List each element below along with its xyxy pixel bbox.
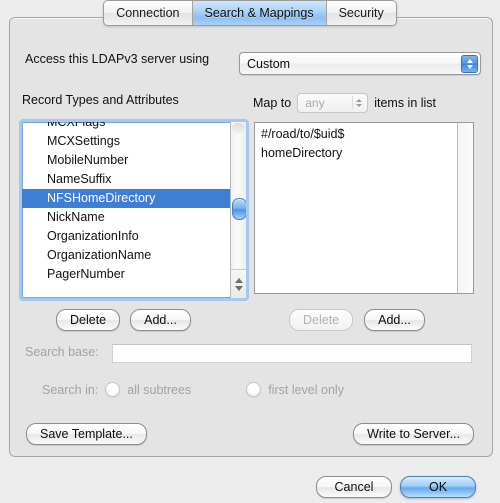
ok-button[interactable]: OK [400,476,476,498]
map-values-list-clip: #/road/to/$uid$ homeDirectory [255,123,473,293]
cancel-button[interactable]: Cancel [316,476,392,498]
search-base-label: Search base: [25,345,99,359]
tab-search-and-mappings-label: Search & Mappings [204,6,314,20]
radio-first-level-only-label: first level only [268,382,344,397]
stepper-up-icon [355,98,362,102]
write-to-server-button[interactable]: Write to Server... [353,423,474,445]
map-to-prefix-label: Map to [253,96,292,110]
record-types-list[interactable]: MCXFlags MCXSettings MobileNumber NameSu… [19,119,249,301]
stepper-down-icon [355,103,362,107]
list-item[interactable]: MobileNumber [22,151,246,170]
access-server-label: Access this LDAPv3 server using [25,52,210,66]
list-item[interactable]: NickName [22,208,246,227]
map-to-count-popup[interactable]: any [297,93,369,113]
list-item[interactable]: homeDirectory [255,144,473,163]
radio-all-subtrees[interactable] [105,382,121,397]
add-record-button[interactable]: Add... [130,309,191,331]
list-item[interactable]: MCXSettings [22,132,246,151]
search-base-row: Search base: [25,345,99,359]
stepper-icon [352,96,364,109]
delete-record-button[interactable]: Delete [56,309,121,331]
list-item-selected[interactable]: NFSHomeDirectory [22,189,246,208]
tab-group: Connection Search & Mappings Security [103,0,397,26]
map-to-row: Map to any items in list [253,93,436,113]
tab-search-and-mappings[interactable]: Search & Mappings [192,1,327,25]
tab-security[interactable]: Security [326,1,396,25]
record-types-scrollbar[interactable] [230,122,246,298]
ldap-search-mappings-dialog: Connection Search & Mappings Security Ac… [0,0,500,503]
scrollbar-arrows[interactable] [231,269,246,298]
search-in-label: Search in: [42,382,99,397]
tab-connection[interactable]: Connection [104,1,193,25]
radio-first-level-only[interactable] [246,382,262,397]
tab-security-label: Security [338,6,384,20]
scroll-down-icon[interactable] [234,285,243,291]
record-types-list-clip: MCXFlags MCXSettings MobileNumber NameSu… [22,122,246,298]
tab-strip: Connection Search & Mappings Security [0,0,500,34]
list-item[interactable]: OrganizationInfo [22,227,246,246]
map-values-list-items: #/road/to/$uid$ homeDirectory [255,125,473,163]
map-list-buttons: Delete Add... [289,309,425,331]
map-to-suffix-label: items in list [374,96,437,110]
scroll-up-icon[interactable] [234,277,243,283]
delete-mapping-button: Delete [289,309,354,331]
save-template-button[interactable]: Save Template... [26,423,147,445]
list-item[interactable]: NameSuffix [22,170,246,189]
tab-connection-label: Connection [116,6,180,20]
search-base-input[interactable] [112,344,472,363]
scrollbar-track-top [232,123,245,134]
scrollbar-thumb[interactable] [232,198,246,220]
record-types-list-items: MCXFlags MCXSettings MobileNumber NameSu… [22,122,246,284]
search-in-row: Search in: all subtrees first level only [42,382,344,397]
map-values-list[interactable]: #/road/to/$uid$ homeDirectory [254,122,474,294]
list-item[interactable]: OrganizationName [22,246,246,265]
record-types-header-label: Record Types and Attributes [22,93,179,107]
list-item[interactable]: #/road/to/$uid$ [255,125,473,144]
list-item[interactable]: MCXFlags [22,122,246,132]
chevron-up-icon [466,59,473,63]
chevron-updown-icon [461,55,478,73]
access-method-popup-value: Custom [247,56,291,71]
record-types-header: Record Types and Attributes [22,93,179,107]
radio-all-subtrees-label: all subtrees [127,382,192,397]
access-method-popup[interactable]: Custom [239,52,481,75]
record-list-buttons: Delete Add... [56,309,191,331]
map-to-count-value: any [305,96,325,110]
chevron-down-icon [466,65,473,69]
add-mapping-button[interactable]: Add... [364,309,425,331]
map-values-scrollbar[interactable] [457,123,473,293]
list-item[interactable]: PagerNumber [22,265,246,284]
access-server-row: Access this LDAPv3 server using [25,52,209,66]
